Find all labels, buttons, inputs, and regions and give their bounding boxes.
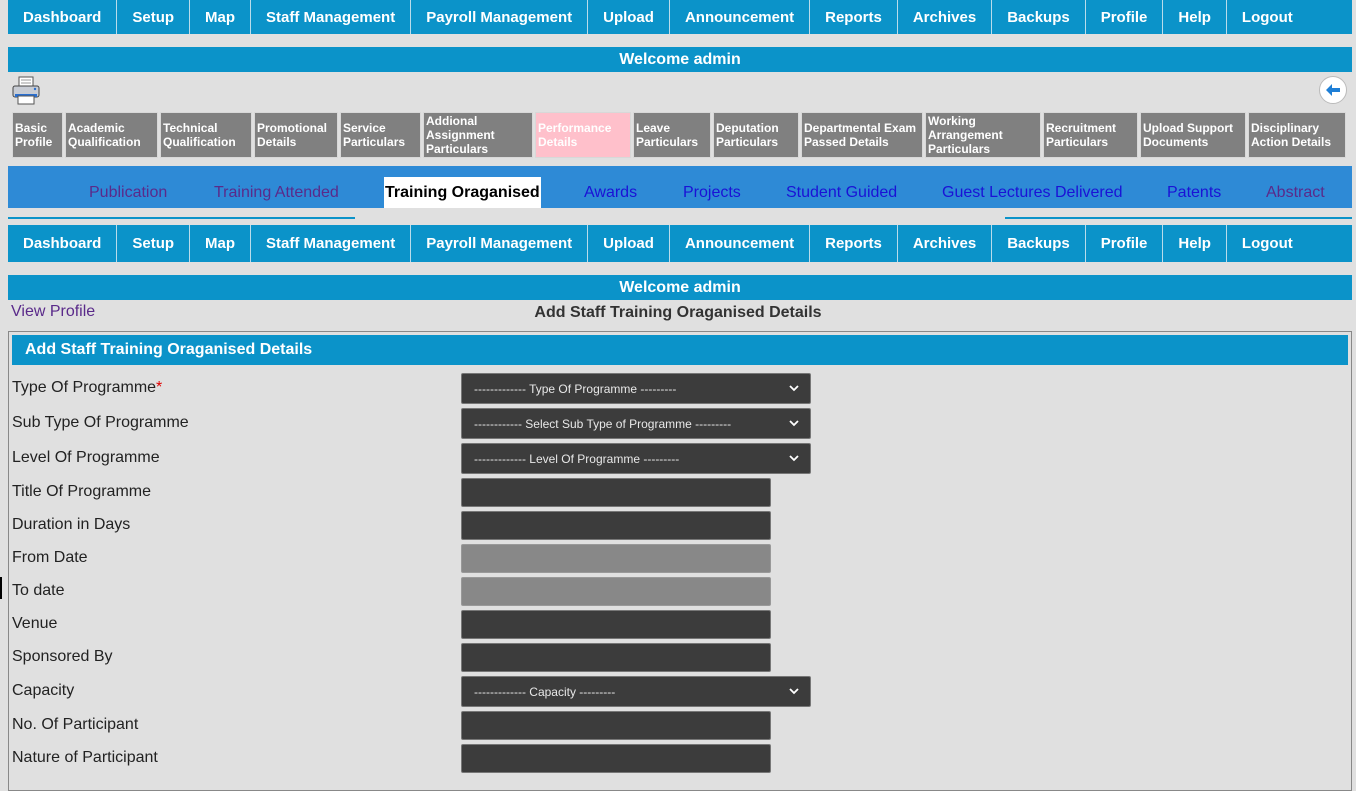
no-of-participant-input[interactable] xyxy=(461,711,771,740)
title-of-programme-input[interactable] xyxy=(461,478,771,507)
subtab-projects[interactable]: Projects xyxy=(683,177,741,208)
title-of-programme-label: Title Of Programme xyxy=(12,483,151,500)
required-marker: * xyxy=(156,379,163,396)
sponsored-by-input[interactable] xyxy=(461,643,771,672)
inner-nav-backups[interactable]: Backups xyxy=(992,225,1086,262)
level-of-programme-placeholder: ------------- Level Of Programme -------… xyxy=(474,451,680,466)
capacity-placeholder: ------------- Capacity --------- xyxy=(474,684,616,699)
tab-academic-qualification[interactable]: Academic Qualification xyxy=(65,112,158,158)
chevron-down-icon xyxy=(789,385,799,392)
nav-map[interactable]: Map xyxy=(190,0,252,34)
subtab-publication[interactable]: Publication xyxy=(89,177,167,208)
tab-leave-particulars[interactable]: Leave Particulars xyxy=(633,112,711,158)
inner-nav-map[interactable]: Map xyxy=(190,225,252,262)
performance-subtabs: Publication Training Attended Training O… xyxy=(8,166,1352,208)
inner-nav-upload[interactable]: Upload xyxy=(588,225,670,262)
capacity-label: Capacity xyxy=(12,682,75,699)
back-arrow-icon[interactable] xyxy=(1318,75,1348,105)
from-date-input[interactable] xyxy=(461,544,771,573)
nav-staff-management[interactable]: Staff Management xyxy=(251,0,412,34)
inner-nav-archives[interactable]: Archives xyxy=(898,225,993,262)
nav-setup[interactable]: Setup xyxy=(117,0,191,34)
nav-reports[interactable]: Reports xyxy=(810,0,898,34)
page-title: Add Staff Training Oraganised Details xyxy=(534,304,822,321)
nav-logout[interactable]: Logout xyxy=(1227,0,1308,34)
subtab-underline-right xyxy=(1005,217,1352,219)
nav-upload[interactable]: Upload xyxy=(588,0,670,34)
subtab-underline-left xyxy=(8,217,355,219)
left-edge-marker xyxy=(0,577,2,599)
subtab-abstract[interactable]: Abstract xyxy=(1266,177,1325,208)
welcome-banner: Welcome admin xyxy=(8,47,1352,72)
to-date-input[interactable] xyxy=(461,577,771,606)
inner-nav-reports[interactable]: Reports xyxy=(810,225,898,262)
subtab-patents[interactable]: Patents xyxy=(1167,177,1221,208)
tab-disciplinary-action-details[interactable]: Disciplinary Action Details xyxy=(1248,112,1346,158)
tab-deputation-particulars[interactable]: Deputation Particulars xyxy=(713,112,799,158)
subtab-training-attended[interactable]: Training Attended xyxy=(214,177,339,208)
nav-archives[interactable]: Archives xyxy=(898,0,993,34)
nav-profile[interactable]: Profile xyxy=(1086,0,1164,34)
chevron-down-icon xyxy=(789,455,799,462)
to-date-label: To date xyxy=(12,582,65,599)
inner-top-nav: Dashboard Setup Map Staff Management Pay… xyxy=(8,225,1352,262)
tab-performance-details[interactable]: Performance Details xyxy=(535,112,631,158)
duration-in-days-input[interactable] xyxy=(461,511,771,540)
nav-help[interactable]: Help xyxy=(1163,0,1227,34)
duration-in-days-label: Duration in Days xyxy=(12,516,131,533)
subtab-student-guided[interactable]: Student Guided xyxy=(786,177,897,208)
venue-label: Venue xyxy=(12,615,58,632)
no-of-participant-label: No. Of Participant xyxy=(12,716,139,733)
nav-payroll-management[interactable]: Payroll Management xyxy=(411,0,589,34)
printer-icon[interactable] xyxy=(10,74,42,106)
inner-nav-dashboard[interactable]: Dashboard xyxy=(8,225,118,262)
from-date-label: From Date xyxy=(12,549,88,566)
tab-upload-support-documents[interactable]: Upload Support Documents xyxy=(1140,112,1246,158)
nav-announcement[interactable]: Announcement xyxy=(670,0,811,34)
profile-tabs: Basic Profile Academic Qualification Tec… xyxy=(12,112,1348,158)
tab-departmental-exam-passed-details[interactable]: Departmental Exam Passed Details xyxy=(801,112,923,158)
inner-nav-help[interactable]: Help xyxy=(1163,225,1227,262)
chevron-down-icon xyxy=(789,420,799,427)
type-of-programme-label: Type Of Programme* xyxy=(12,379,162,397)
tab-working-arrangement-particulars[interactable]: Working Arrangement Particulars xyxy=(925,112,1041,158)
inner-nav-profile[interactable]: Profile xyxy=(1086,225,1164,262)
chevron-down-icon xyxy=(789,688,799,695)
form-header: Add Staff Training Oraganised Details xyxy=(12,335,1348,365)
subtab-awards[interactable]: Awards xyxy=(584,177,637,208)
tab-basic-profile[interactable]: Basic Profile xyxy=(12,112,63,158)
inner-nav-payroll-management[interactable]: Payroll Management xyxy=(411,225,589,262)
level-of-programme-select[interactable]: ------------- Level Of Programme -------… xyxy=(461,443,811,474)
sub-type-of-programme-select[interactable]: ------------ Select Sub Type of Programm… xyxy=(461,408,811,439)
sub-type-of-programme-placeholder: ------------ Select Sub Type of Programm… xyxy=(474,416,732,431)
subtab-guest-lectures-delivered[interactable]: Guest Lectures Delivered xyxy=(942,177,1123,208)
inner-nav-setup[interactable]: Setup xyxy=(117,225,191,262)
type-of-programme-placeholder: ------------- Type Of Programme --------… xyxy=(474,381,677,396)
tab-technical-qualification[interactable]: Technical Qualification xyxy=(160,112,252,158)
nature-of-participant-label: Nature of Participant xyxy=(12,749,158,766)
level-of-programme-label: Level Of Programme xyxy=(12,449,160,466)
sub-type-of-programme-label: Sub Type Of Programme xyxy=(12,414,189,431)
inner-nav-staff-management[interactable]: Staff Management xyxy=(251,225,412,262)
nature-of-participant-input[interactable] xyxy=(461,744,771,773)
nav-dashboard[interactable]: Dashboard xyxy=(8,0,118,34)
tab-additional-assignment-particulars[interactable]: Addional Assignment Particulars xyxy=(423,112,533,158)
sponsored-by-label: Sponsored By xyxy=(12,648,113,665)
tab-service-particulars[interactable]: Service Particulars xyxy=(340,112,421,158)
capacity-select[interactable]: ------------- Capacity --------- xyxy=(461,676,811,707)
type-of-programme-select[interactable]: ------------- Type Of Programme --------… xyxy=(461,373,811,404)
inner-nav-logout[interactable]: Logout xyxy=(1227,225,1308,262)
inner-nav-announcement[interactable]: Announcement xyxy=(670,225,811,262)
inner-welcome-banner: Welcome admin xyxy=(8,275,1352,300)
type-of-programme-label-text: Type Of Programme xyxy=(12,379,157,396)
venue-input[interactable] xyxy=(461,610,771,639)
tab-recruitment-particulars[interactable]: Recruitment Particulars xyxy=(1043,112,1138,158)
tab-promotional-details[interactable]: Promotional Details xyxy=(254,112,338,158)
top-nav: Dashboard Setup Map Staff Management Pay… xyxy=(8,0,1352,34)
subtab-training-organised[interactable]: Training Oraganised xyxy=(384,177,541,208)
nav-backups[interactable]: Backups xyxy=(992,0,1086,34)
